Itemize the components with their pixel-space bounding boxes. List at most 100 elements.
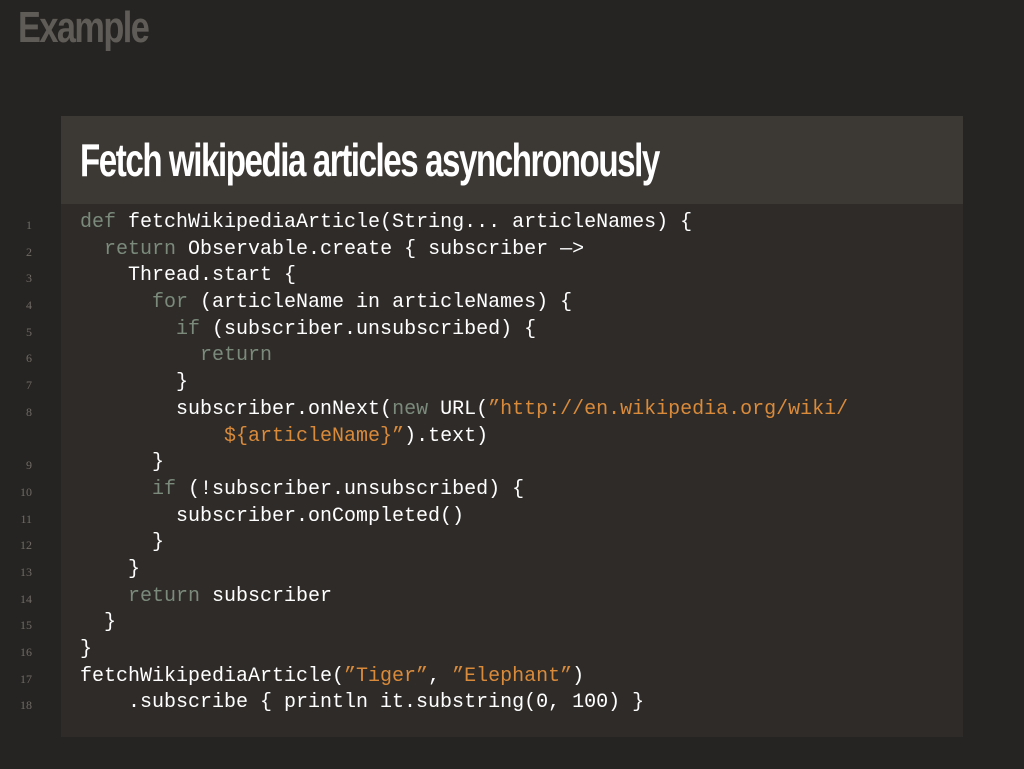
code-token: Observable.create { subscriber —> bbox=[176, 237, 585, 261]
code-token: subscriber.onNext( bbox=[80, 397, 393, 421]
code-string: ${articleName}” bbox=[224, 424, 405, 448]
code-line: 14 return subscriber bbox=[20, 584, 963, 611]
line-number: 15 bbox=[20, 618, 32, 633]
code-line: 5 if (subscriber.unsubscribed) { bbox=[26, 317, 963, 344]
code-text: } bbox=[80, 530, 164, 557]
code-line: 18 .subscribe { println it.substring(0, … bbox=[20, 690, 963, 717]
code-text: fetchWikipediaArticle(”Tiger”, ”Elephant… bbox=[80, 664, 584, 691]
line-number: 2 bbox=[26, 244, 32, 259]
code-text: if (subscriber.unsubscribed) { bbox=[80, 317, 536, 344]
code-keyword: return bbox=[200, 344, 273, 368]
code-token: ) bbox=[572, 664, 585, 688]
code-token: (subscriber.unsubscribed) { bbox=[200, 317, 537, 341]
code-text: return Observable.create { subscriber —> bbox=[80, 237, 584, 264]
code-keyword: if bbox=[176, 317, 201, 341]
code-line: 13 } bbox=[20, 557, 963, 584]
code-keyword: for bbox=[152, 291, 189, 315]
line-number: 17 bbox=[20, 671, 32, 686]
code-token: (!subscriber.unsubscribed) { bbox=[176, 477, 525, 501]
line-number: 8 bbox=[26, 404, 32, 419]
code-text: } bbox=[80, 557, 140, 584]
code-token: subscriber.onCompleted() bbox=[80, 504, 465, 528]
code-string: ”http://en.wikipedia.org/wiki/ bbox=[488, 397, 849, 421]
code-line: 15 } bbox=[20, 610, 963, 637]
code-block: 1 def fetchWikipediaArticle(String... art… bbox=[20, 210, 963, 717]
code-string: ”Tiger” bbox=[344, 664, 429, 688]
code-token: .subscribe { println it.substring(0, 100… bbox=[80, 691, 645, 715]
code-string: ”Elephant” bbox=[452, 664, 573, 688]
code-line: 6 return bbox=[26, 343, 963, 370]
line-number: 11 bbox=[20, 511, 32, 526]
line-number: 1 bbox=[26, 218, 32, 232]
code-line: 12 } bbox=[20, 530, 963, 557]
line-number: 6 bbox=[26, 351, 32, 366]
code-text: subscriber.onNext(new URL(”http://en.wik… bbox=[80, 397, 848, 424]
code-token: , bbox=[428, 664, 453, 688]
code-token: Thread.start { bbox=[80, 264, 297, 288]
code-line: 11 subscriber.onCompleted() bbox=[20, 504, 963, 531]
code-keyword: return bbox=[104, 237, 177, 261]
code-token: fetchWikipediaArticle( bbox=[80, 664, 345, 688]
code-text: return subscriber bbox=[80, 584, 332, 611]
code-line: 1 def fetchWikipediaArticle(String... art… bbox=[26, 210, 963, 237]
code-text: ${articleName}”).text) bbox=[80, 424, 488, 451]
code-line: 3 Thread.start { bbox=[26, 263, 963, 290]
code-text: return bbox=[80, 343, 272, 370]
code-line: ${articleName}”).text) bbox=[61, 424, 963, 451]
code-keyword: def bbox=[80, 211, 117, 234]
line-number: 14 bbox=[20, 591, 32, 606]
code-line: 17 fetchWikipediaArticle(”Tiger”, ”Elepha… bbox=[20, 664, 963, 691]
slide-title: Example bbox=[18, 3, 150, 52]
line-number: 7 bbox=[26, 378, 32, 393]
line-number: 18 bbox=[20, 698, 32, 713]
panel-header: Fetch wikipedia articles asynchronously bbox=[61, 116, 963, 204]
line-number: 3 bbox=[26, 271, 32, 286]
code-text: for (articleName in articleNames) { bbox=[80, 290, 572, 317]
code-token: (articleName in articleNames) { bbox=[188, 291, 573, 315]
code-panel: Fetch wikipedia articles asynchronously … bbox=[20, 116, 963, 737]
code-text: subscriber.onCompleted() bbox=[80, 504, 464, 531]
code-token: subscriber bbox=[200, 584, 333, 608]
code-line: 10 if (!subscriber.unsubscribed) { bbox=[20, 477, 963, 504]
code-text: } bbox=[80, 610, 116, 637]
code-line: 8 subscriber.onNext(new URL(”http://en.w… bbox=[26, 397, 963, 424]
code-line: 16} bbox=[20, 637, 963, 664]
line-number: 10 bbox=[20, 484, 32, 499]
code-token: } bbox=[80, 531, 165, 555]
code-text: } bbox=[80, 637, 92, 664]
code-text: if (!subscriber.unsubscribed) { bbox=[80, 477, 524, 504]
code-keyword: return bbox=[128, 584, 201, 608]
code-token: } bbox=[80, 371, 189, 395]
code-token: } bbox=[80, 557, 141, 581]
code-text: Thread.start { bbox=[80, 263, 296, 290]
line-number: 16 bbox=[20, 645, 32, 659]
code-line: 7 } bbox=[26, 370, 963, 397]
line-number: 4 bbox=[26, 298, 32, 313]
code-line: 2 return Observable.create { subscriber … bbox=[26, 237, 963, 264]
code-line: 9 } bbox=[26, 450, 963, 477]
code-token: URL( bbox=[428, 397, 489, 421]
code-text: def fetchWikipediaArticle(String... arti… bbox=[80, 210, 692, 237]
line-number: 5 bbox=[26, 324, 32, 339]
code-line: 4 for (articleName in articleNames) { bbox=[26, 290, 963, 317]
code-keyword: if bbox=[152, 477, 177, 501]
line-number: 13 bbox=[20, 564, 32, 579]
code-token: } bbox=[80, 611, 117, 635]
code-token: } bbox=[80, 638, 93, 661]
code-token: } bbox=[80, 451, 165, 475]
line-number: 9 bbox=[26, 458, 32, 473]
code-text: } bbox=[80, 450, 164, 477]
code-token: fetchWikipediaArticle(String... articleN… bbox=[116, 211, 693, 234]
code-text: } bbox=[80, 370, 188, 397]
code-keyword: new bbox=[392, 397, 429, 421]
code-token: ).text) bbox=[404, 424, 489, 448]
code-text: .subscribe { println it.substring(0, 100… bbox=[80, 690, 644, 717]
panel-title: Fetch wikipedia articles asynchronously bbox=[80, 134, 660, 186]
